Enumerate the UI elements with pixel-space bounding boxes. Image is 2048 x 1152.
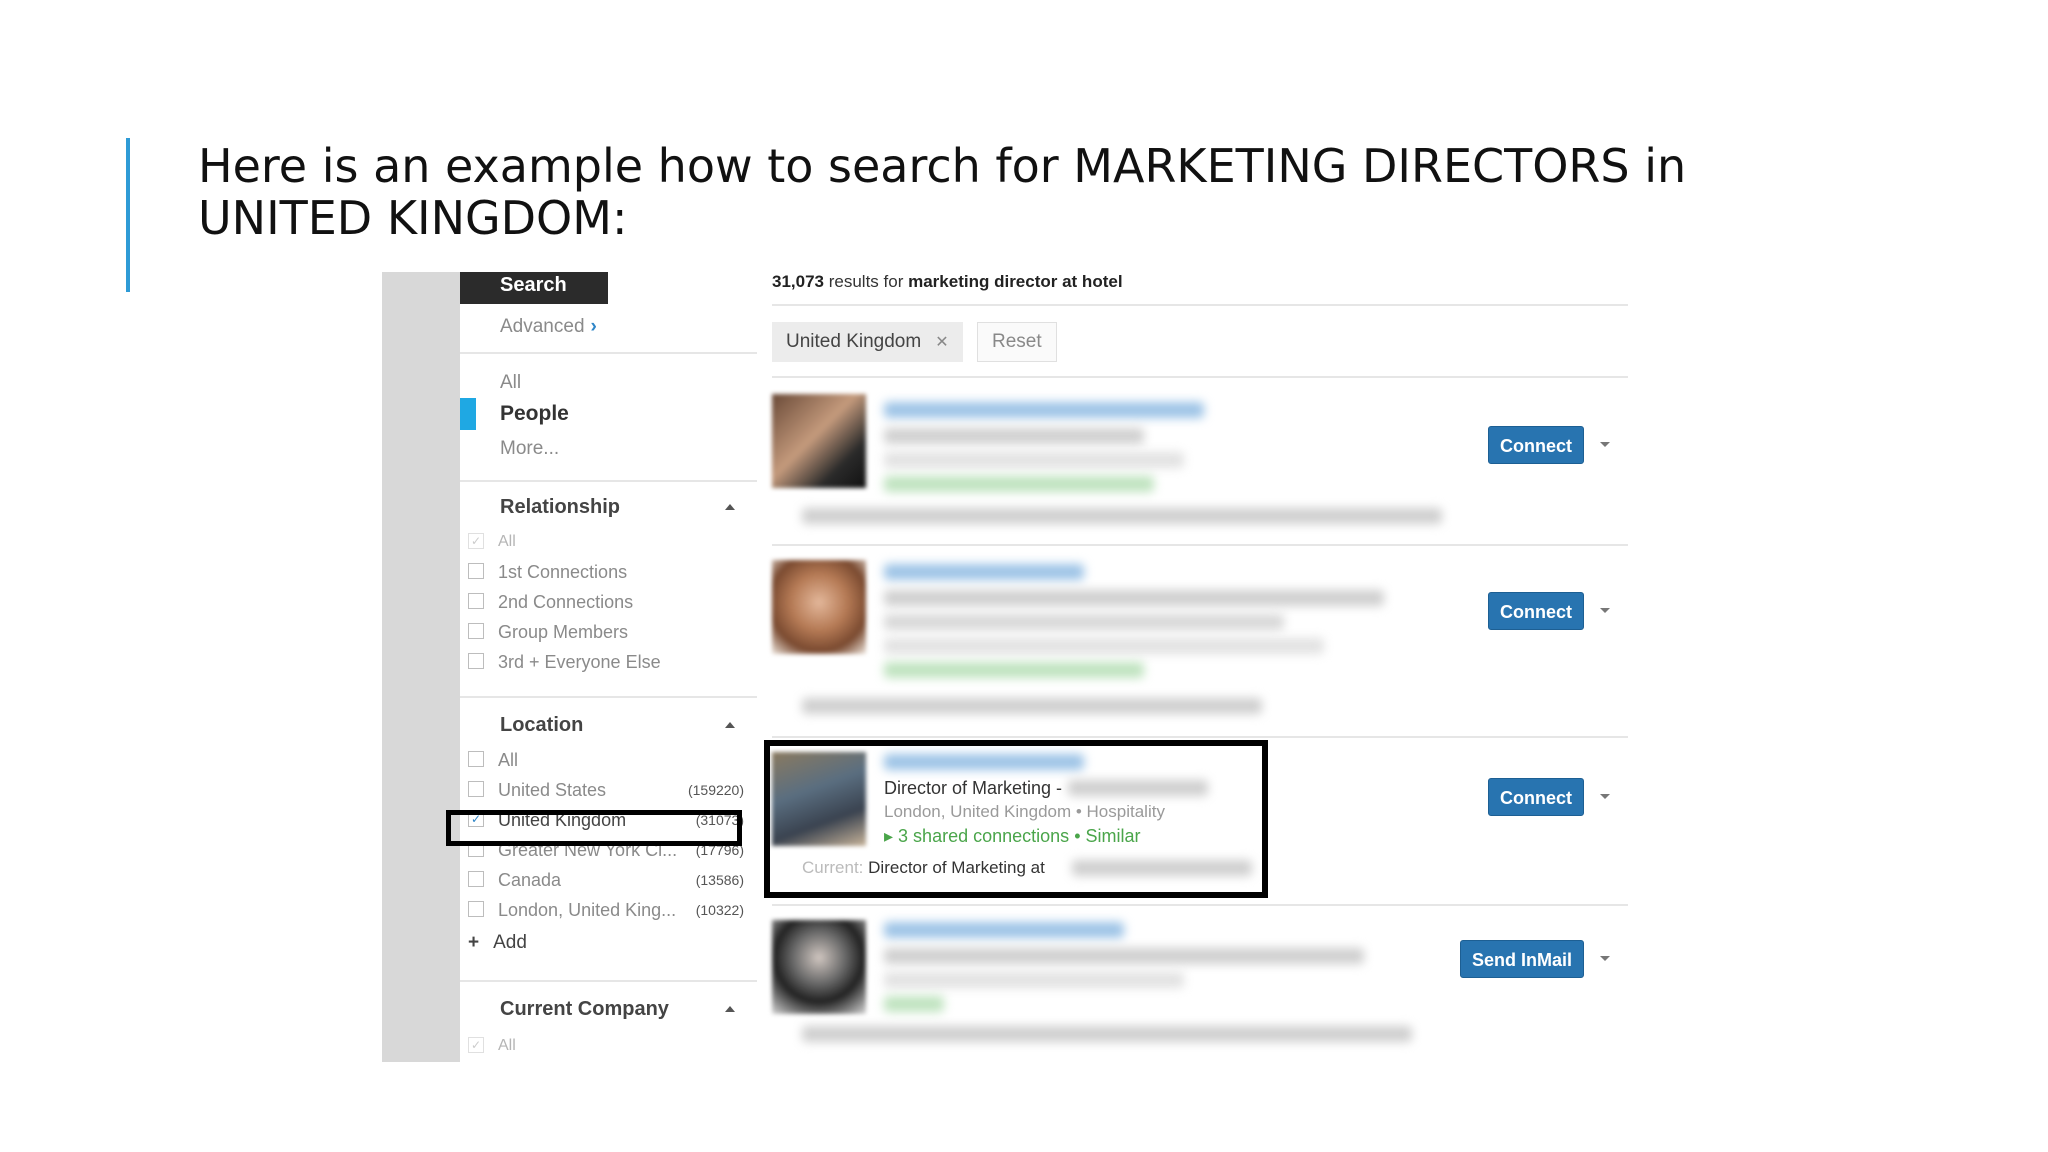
result-row[interactable]: Connect: [772, 380, 1628, 552]
checkbox-icon[interactable]: [468, 593, 484, 609]
checkbox-icon[interactable]: [468, 563, 484, 579]
divider: [772, 376, 1628, 378]
checkbox-icon[interactable]: [468, 653, 484, 669]
send-inmail-button[interactable]: Send InMail: [1460, 940, 1584, 978]
checkbox-icon[interactable]: [468, 623, 484, 639]
relationship-option-2nd[interactable]: 2nd Connections: [468, 590, 750, 614]
results-query: marketing director at hotel: [908, 272, 1123, 291]
blurred-text: [884, 590, 1384, 606]
nav-people[interactable]: People: [500, 402, 569, 426]
active-nav-marker: [460, 398, 476, 430]
filter-pill-label: United Kingdom: [786, 331, 922, 352]
blurred-text: [802, 508, 1442, 524]
blurred-name: [884, 402, 1204, 418]
checkbox-icon[interactable]: [468, 901, 484, 917]
search-results: 31,073 results for marketing director at…: [764, 272, 1628, 1062]
collapse-caret-icon[interactable]: [725, 722, 735, 728]
blurred-text: [884, 476, 1154, 492]
nav-all[interactable]: All: [500, 372, 521, 394]
location-heading[interactable]: Location: [500, 714, 583, 737]
blurred-text: [884, 996, 944, 1012]
divider: [772, 736, 1628, 738]
location-option-united-states[interactable]: United States (159220): [468, 778, 750, 802]
blurred-name: [884, 922, 1124, 938]
divider: [460, 980, 757, 982]
chevron-down-icon[interactable]: [1600, 794, 1610, 799]
connect-button[interactable]: Connect: [1488, 592, 1584, 630]
reset-button[interactable]: Reset: [977, 322, 1057, 362]
collapse-caret-icon[interactable]: [725, 1006, 735, 1012]
avatar[interactable]: [772, 560, 866, 654]
blurred-text: [884, 662, 1144, 678]
divider: [772, 904, 1628, 906]
relationship-option-3rd[interactable]: 3rd + Everyone Else: [468, 650, 750, 674]
result-row[interactable]: Connect: [772, 548, 1628, 738]
divider: [460, 696, 757, 698]
divider: [772, 304, 1628, 306]
blurred-name: [884, 564, 1084, 580]
relationship-option-all[interactable]: ✓ All: [468, 530, 750, 554]
checkbox-icon[interactable]: ✓: [468, 1037, 484, 1053]
advanced-link[interactable]: Advanced ›: [500, 316, 597, 338]
chevron-down-icon[interactable]: [1600, 956, 1610, 961]
results-count: 31,073: [772, 272, 824, 291]
highlight-united-kingdom: [446, 810, 742, 846]
add-location-link[interactable]: + Add: [468, 932, 527, 954]
search-screenshot: Search Advanced › All People More... Rela…: [382, 272, 1628, 1062]
location-option-all[interactable]: All: [468, 748, 750, 772]
blurred-text: [884, 948, 1364, 964]
slide-accent-bar: [126, 138, 130, 292]
checkbox-icon[interactable]: [468, 781, 484, 797]
checkbox-icon[interactable]: [468, 751, 484, 767]
left-gutter: [382, 272, 460, 1062]
advanced-label: Advanced: [500, 316, 585, 337]
relationship-option-1st[interactable]: 1st Connections: [468, 560, 750, 584]
collapse-caret-icon[interactable]: [725, 504, 735, 510]
blurred-text: [884, 428, 1144, 444]
avatar[interactable]: [772, 920, 866, 1014]
divider: [772, 544, 1628, 546]
relationship-heading[interactable]: Relationship: [500, 496, 620, 519]
blurred-text: [884, 614, 1284, 630]
connect-button[interactable]: Connect: [1488, 778, 1584, 816]
blurred-text: [884, 972, 1184, 988]
current-company-heading[interactable]: Current Company: [500, 998, 669, 1021]
chevron-down-icon[interactable]: [1600, 442, 1610, 447]
location-option-canada[interactable]: Canada (13586): [468, 868, 750, 892]
close-icon[interactable]: ✕: [935, 334, 948, 351]
highlight-result: [764, 740, 1268, 898]
blurred-text: [802, 1026, 1412, 1042]
avatar[interactable]: [772, 394, 866, 488]
blurred-text: [802, 698, 1262, 714]
slide-title: Here is an example how to search for MAR…: [198, 139, 1687, 245]
search-sidebar: Search Advanced › All People More... Rela…: [460, 272, 757, 1062]
checkbox-icon[interactable]: [468, 871, 484, 887]
results-summary: 31,073 results for marketing director at…: [772, 272, 1123, 292]
location-option-london[interactable]: London, United King... (10322): [468, 898, 750, 922]
divider: [460, 480, 757, 482]
checkbox-icon[interactable]: ✓: [468, 533, 484, 549]
search-tab[interactable]: Search: [460, 272, 608, 304]
blurred-text: [884, 452, 1184, 468]
nav-more[interactable]: More...: [500, 438, 559, 460]
filter-pill-united-kingdom[interactable]: United Kingdom ✕: [772, 322, 963, 362]
plus-icon: +: [468, 932, 480, 953]
relationship-option-group[interactable]: Group Members: [468, 620, 750, 644]
chevron-right-icon: ›: [590, 316, 597, 337]
connect-button[interactable]: Connect: [1488, 426, 1584, 464]
chevron-down-icon[interactable]: [1600, 608, 1610, 613]
result-row[interactable]: Send InMail: [772, 908, 1628, 1062]
current-company-option-all[interactable]: ✓ All: [468, 1034, 750, 1058]
divider: [460, 352, 757, 354]
add-label: Add: [493, 932, 527, 953]
results-for: results for: [828, 272, 904, 291]
blurred-text: [884, 638, 1324, 654]
